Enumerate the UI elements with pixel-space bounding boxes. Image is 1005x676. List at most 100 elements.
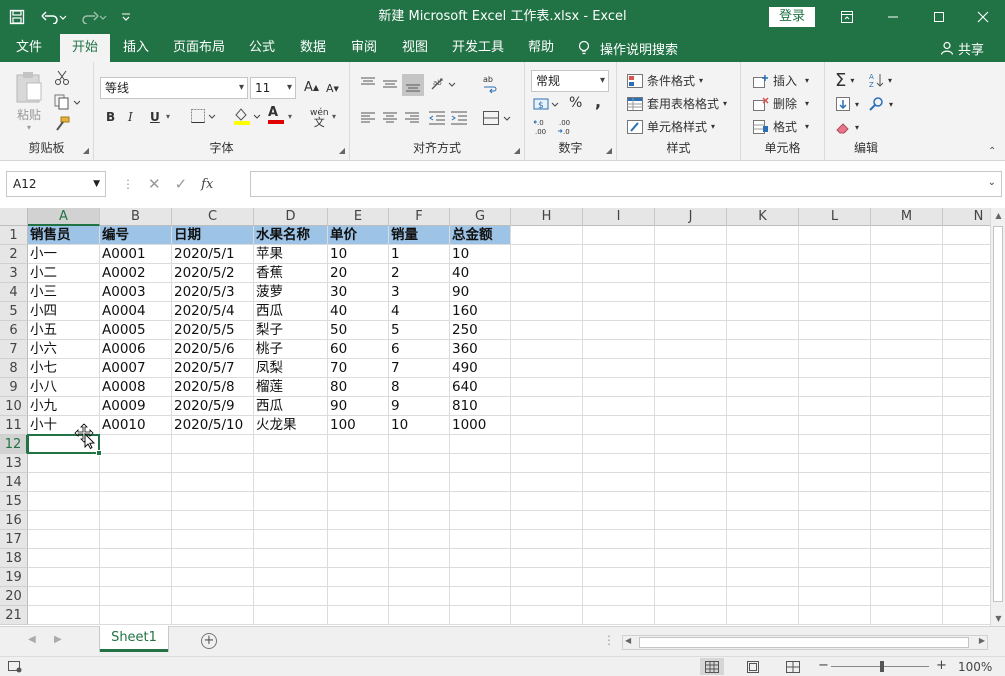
empty-cell[interactable] [799, 587, 871, 606]
empty-cell[interactable] [389, 549, 450, 568]
row-header[interactable]: 19 [0, 568, 28, 587]
empty-cell[interactable] [100, 549, 172, 568]
table-cell[interactable]: 2020/5/4 [172, 302, 254, 321]
row-header[interactable]: 11 [0, 416, 28, 435]
table-header-cell[interactable]: 水果名称 [254, 226, 328, 245]
table-cell[interactable]: 10 [450, 245, 511, 264]
vertical-scroll-thumb[interactable] [993, 226, 1003, 602]
clear-button[interactable]: ▾ [835, 120, 859, 134]
table-cell[interactable]: 30 [328, 283, 389, 302]
empty-cell[interactable] [511, 321, 583, 340]
column-header[interactable]: F [389, 208, 450, 226]
horizontal-scroll-thumb[interactable] [639, 637, 969, 648]
zoom-level[interactable]: 100% [958, 660, 992, 674]
empty-cell[interactable] [727, 416, 799, 435]
decrease-indent-icon[interactable] [428, 110, 446, 126]
empty-cell[interactable] [727, 587, 799, 606]
empty-cell[interactable] [799, 321, 871, 340]
table-cell[interactable]: 1000 [450, 416, 511, 435]
empty-cell[interactable] [389, 587, 450, 606]
column-header[interactable]: B [100, 208, 172, 226]
column-header[interactable]: I [583, 208, 655, 226]
normal-view-icon[interactable] [700, 658, 724, 675]
table-cell[interactable]: 小四 [28, 302, 100, 321]
empty-cell[interactable] [655, 549, 727, 568]
tab-insert[interactable]: 插入 [114, 34, 158, 62]
table-cell[interactable]: 小八 [28, 378, 100, 397]
row-header[interactable]: 15 [0, 492, 28, 511]
empty-cell[interactable] [871, 321, 943, 340]
tab-home[interactable]: 开始 [60, 34, 110, 62]
empty-cell[interactable] [799, 397, 871, 416]
empty-cell[interactable] [450, 606, 511, 625]
row-header[interactable]: 5 [0, 302, 28, 321]
close-icon[interactable] [960, 0, 1005, 34]
empty-cell[interactable] [727, 435, 799, 454]
empty-cell[interactable] [450, 435, 511, 454]
minimize-icon[interactable] [870, 0, 916, 34]
empty-cell[interactable] [511, 378, 583, 397]
empty-cell[interactable] [511, 473, 583, 492]
empty-cell[interactable] [727, 511, 799, 530]
empty-cell[interactable] [799, 245, 871, 264]
empty-cell[interactable] [871, 416, 943, 435]
empty-cell[interactable] [583, 511, 655, 530]
tab-formulas[interactable]: 公式 [242, 34, 282, 62]
table-cell[interactable]: 100 [328, 416, 389, 435]
launcher-icon[interactable]: ◢ [606, 146, 612, 155]
row-header[interactable]: 12 [0, 435, 28, 454]
empty-cell[interactable] [583, 302, 655, 321]
row-header[interactable]: 4 [0, 283, 28, 302]
grow-font-button[interactable]: A ▲ [304, 80, 319, 95]
underline-button[interactable]: U [150, 110, 160, 124]
empty-cell[interactable] [328, 492, 389, 511]
bold-button[interactable]: B [106, 110, 115, 124]
empty-cell[interactable] [871, 492, 943, 511]
empty-cell[interactable] [450, 473, 511, 492]
chevron-down-icon[interactable]: ▾ [332, 112, 336, 121]
column-header[interactable]: E [328, 208, 389, 226]
empty-cell[interactable] [511, 511, 583, 530]
add-sheet-icon[interactable]: + [201, 633, 217, 649]
empty-cell[interactable] [511, 359, 583, 378]
empty-cell[interactable] [254, 530, 328, 549]
select-all-corner[interactable] [0, 208, 28, 226]
empty-cell[interactable] [450, 549, 511, 568]
empty-cell[interactable] [943, 587, 990, 606]
column-header[interactable]: H [511, 208, 583, 226]
empty-cell[interactable] [727, 454, 799, 473]
empty-cell[interactable] [655, 435, 727, 454]
empty-cell[interactable] [871, 397, 943, 416]
table-cell[interactable]: 2 [389, 264, 450, 283]
collapse-ribbon-icon[interactable]: ⌃ [988, 146, 996, 157]
empty-cell[interactable] [799, 302, 871, 321]
table-cell[interactable]: 榴莲 [254, 378, 328, 397]
table-cell[interactable]: 西瓜 [254, 397, 328, 416]
empty-cell[interactable] [799, 226, 871, 245]
table-cell[interactable]: 80 [328, 378, 389, 397]
empty-cell[interactable] [583, 587, 655, 606]
insert-function-icon[interactable]: fx [201, 177, 213, 192]
table-cell[interactable]: 90 [328, 397, 389, 416]
paste-button[interactable]: 粘贴 ▾ [14, 70, 44, 132]
row-header[interactable]: 9 [0, 378, 28, 397]
table-cell[interactable]: 2020/5/10 [172, 416, 254, 435]
table-cell[interactable]: 小六 [28, 340, 100, 359]
empty-cell[interactable] [799, 473, 871, 492]
empty-cell[interactable] [799, 549, 871, 568]
italic-button[interactable]: I [128, 110, 133, 124]
empty-cell[interactable] [328, 530, 389, 549]
empty-cell[interactable] [511, 492, 583, 511]
empty-cell[interactable] [799, 454, 871, 473]
table-cell[interactable]: A0008 [100, 378, 172, 397]
empty-cell[interactable] [28, 606, 100, 625]
empty-cell[interactable] [871, 302, 943, 321]
delete-cells-button[interactable]: 删除 ▾ [753, 95, 809, 112]
empty-cell[interactable] [511, 397, 583, 416]
empty-cell[interactable] [799, 511, 871, 530]
empty-cell[interactable] [727, 226, 799, 245]
table-cell[interactable]: 20 [328, 264, 389, 283]
table-cell[interactable]: 4 [389, 302, 450, 321]
font-color-button[interactable]: A [268, 106, 284, 124]
empty-cell[interactable] [172, 473, 254, 492]
